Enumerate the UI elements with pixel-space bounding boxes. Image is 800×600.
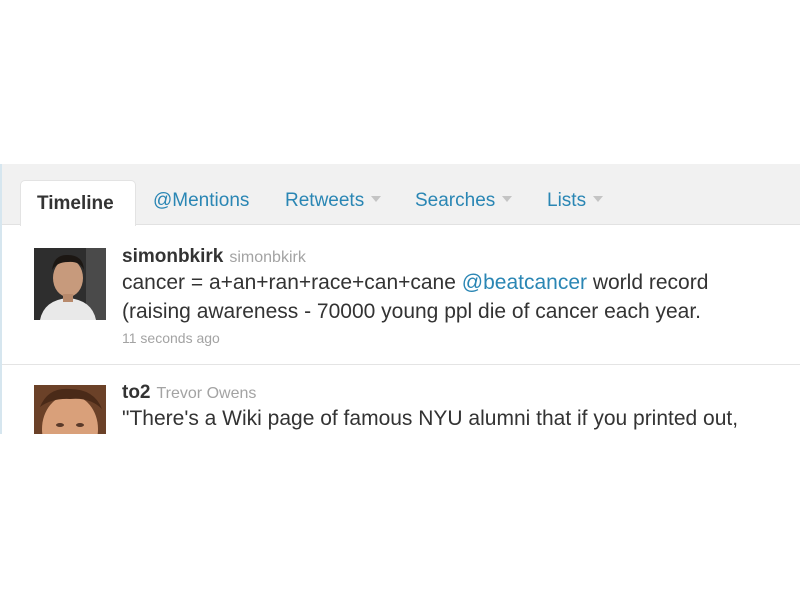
tab-timeline[interactable]: Timeline	[20, 180, 136, 226]
tab-bar: Timeline @Mentions Retweets Searches Lis…	[2, 164, 800, 226]
tweet-item: simonbkirk simonbkirk cancer = a+an+ran+r…	[2, 226, 800, 365]
timeline-panel: Timeline @Mentions Retweets Searches Lis…	[0, 164, 800, 434]
tab-searches[interactable]: Searches	[415, 190, 513, 212]
chevron-down-icon	[502, 195, 513, 202]
tweet-username[interactable]: simonbkirk	[122, 246, 223, 267]
tweet-timestamp[interactable]: 11 seconds ago	[122, 330, 220, 346]
tab-retweets-label: Retweets	[285, 190, 365, 211]
tab-mentions[interactable]: @Mentions	[153, 190, 249, 212]
tab-lists[interactable]: Lists	[547, 190, 604, 212]
mention-link[interactable]: @beatcancer	[462, 271, 587, 294]
tweet-text: "There's a Wiki page of famous NYU alumn…	[122, 407, 739, 430]
tweet-fullname: simonbkirk	[229, 249, 306, 266]
chevron-down-icon	[371, 195, 382, 202]
tweet-text-line: (raising awareness - 70000 young ppl die…	[122, 300, 702, 323]
tweet-item: to2 Trevor Owens "There's a Wiki page of …	[2, 365, 800, 434]
tab-lists-label: Lists	[547, 190, 587, 211]
tweet-username[interactable]: to2	[122, 382, 151, 403]
tab-searches-label: Searches	[415, 190, 496, 211]
tweet-text: cancer = a+an+ran+race+can+cane @beatcan…	[122, 268, 708, 326]
avatar-photo	[34, 248, 106, 320]
avatar-photo	[34, 385, 106, 434]
tab-retweets[interactable]: Retweets	[285, 190, 382, 212]
avatar[interactable]	[34, 385, 106, 434]
tweet-text-part: world record	[587, 271, 709, 294]
tweet-author[interactable]: simonbkirk simonbkirk	[122, 246, 306, 268]
avatar[interactable]	[34, 248, 106, 320]
tweet-text-part: cancer = a+an+ran+race+can+cane	[122, 271, 462, 294]
tweet-author[interactable]: to2 Trevor Owens	[122, 382, 256, 404]
tweet-fullname: Trevor Owens	[156, 385, 257, 402]
chevron-down-icon	[593, 195, 604, 202]
